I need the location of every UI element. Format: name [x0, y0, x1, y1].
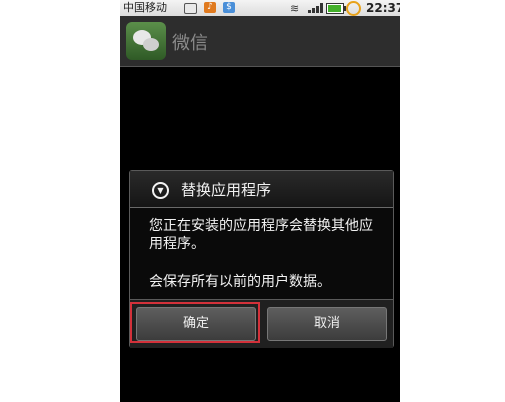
signal-icon: [308, 3, 324, 13]
phone-screen: 中国移动 ♪ $ ≋ 22:37 微信 ▼ 替换应用程序 您正在安装的应用程序会…: [120, 0, 400, 402]
status-bar: 中国移动 ♪ $ ≋ 22:37: [120, 0, 400, 16]
dialog-title: 替换应用程序: [181, 181, 272, 199]
dialog-header: ▼ 替换应用程序: [130, 171, 393, 208]
dialog-message: 您正在安装的应用程序会替换其他应用程序。: [149, 218, 373, 252]
wechat-icon: [126, 22, 166, 60]
dialog-message-secondary: 会保存所有以前的用户数据。: [149, 274, 331, 290]
alarm-icon: [346, 1, 361, 16]
app-notification-icon: $: [223, 2, 235, 13]
message-icon: [184, 3, 197, 14]
wifi-icon: ≋: [290, 2, 300, 15]
replace-app-dialog: ▼ 替换应用程序 您正在安装的应用程序会替换其他应用程序。 会保存所有以前的用户…: [129, 170, 394, 348]
dialog-button-bar: 确定 取消: [130, 299, 393, 348]
carrier-name: 中国移动: [123, 1, 167, 14]
battery-icon: [326, 3, 346, 14]
app-title-bar: 微信: [120, 16, 400, 67]
clock: 22:37: [366, 1, 400, 15]
cancel-button[interactable]: 取消: [267, 307, 387, 341]
chevron-down-icon: ▼: [152, 182, 169, 199]
app-title: 微信: [172, 33, 208, 54]
app-notification-icon: ♪: [204, 2, 216, 13]
highlight-box: [130, 302, 260, 343]
